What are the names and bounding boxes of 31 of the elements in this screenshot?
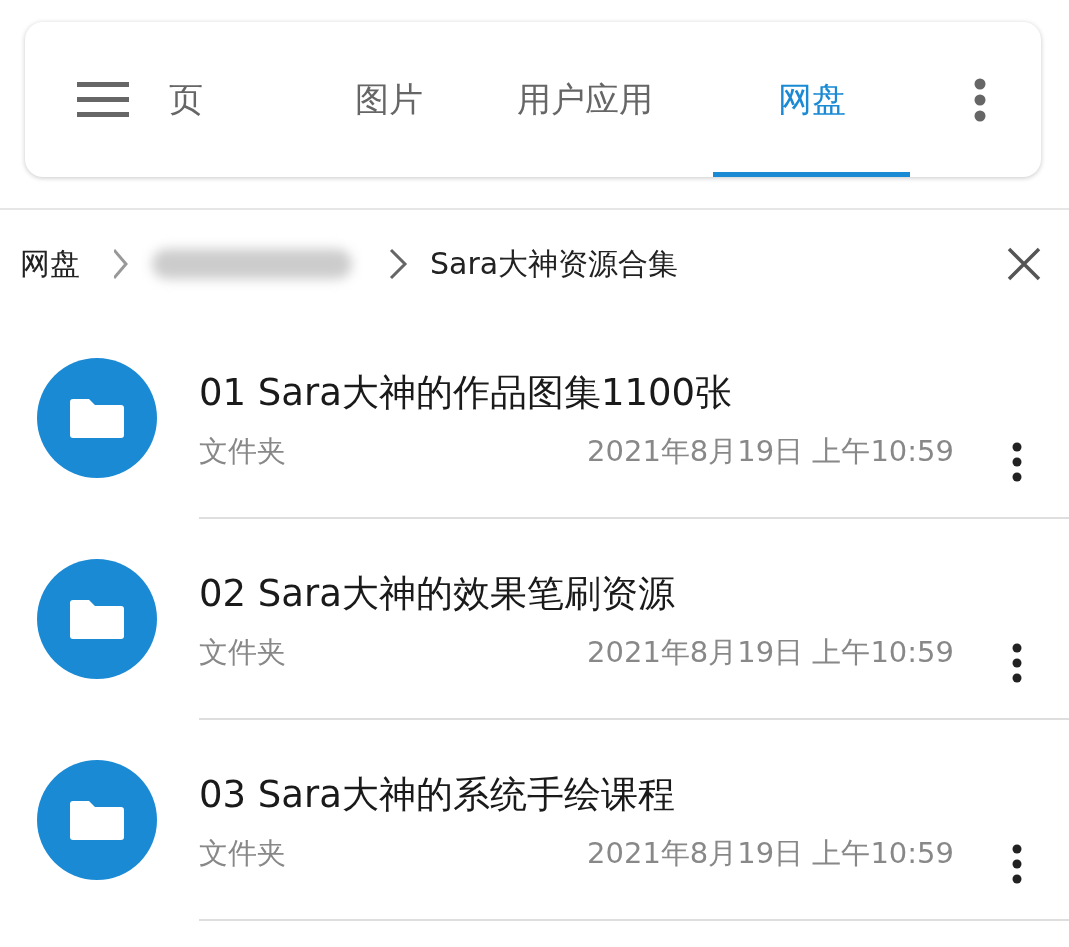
tab[interactable]: 图片 (346, 22, 432, 177)
chevron-icon (388, 246, 408, 282)
file-type: 文件夹 (199, 835, 286, 872)
close-icon (1007, 247, 1041, 281)
folder-icon (37, 760, 157, 880)
chevron-icon (114, 246, 128, 282)
modified-date: 2021年8月19日 上午10:59 (587, 835, 954, 872)
more-icon (973, 77, 987, 122)
more-button[interactable] (1012, 643, 1022, 683)
file-type: 文件夹 (199, 634, 286, 671)
more-icon (1012, 643, 1022, 683)
tab[interactable]: 页 (169, 22, 231, 177)
menu-button[interactable] (77, 81, 129, 118)
more-button[interactable] (1012, 442, 1022, 482)
modified-date: 2021年8月19日 上午10:59 (587, 634, 954, 671)
modified-date: 2021年8月19日 上午10:59 (587, 433, 954, 470)
more-icon (1012, 442, 1022, 482)
file-name: 03 Sara大神的系统手绘课程 (199, 773, 675, 816)
close-button[interactable] (1007, 247, 1041, 281)
menu-icon (77, 81, 129, 118)
tab[interactable]: 用户应用 (492, 22, 677, 177)
breadcrumb-link[interactable]: 网盘 (20, 243, 80, 285)
tab[interactable]: 网盘 (713, 22, 910, 177)
more-button[interactable] (1012, 844, 1022, 884)
file-name: 02 Sara大神的效果笔刷资源 (199, 572, 675, 615)
more-icon (1012, 844, 1022, 884)
current-folder-label: Sara大神资源合集 (430, 244, 679, 283)
folder-icon (37, 358, 157, 478)
file-type: 文件夹 (199, 433, 286, 470)
folder-icon (37, 559, 157, 679)
file-name: 01 Sara大神的作品图集1100张 (199, 371, 733, 414)
